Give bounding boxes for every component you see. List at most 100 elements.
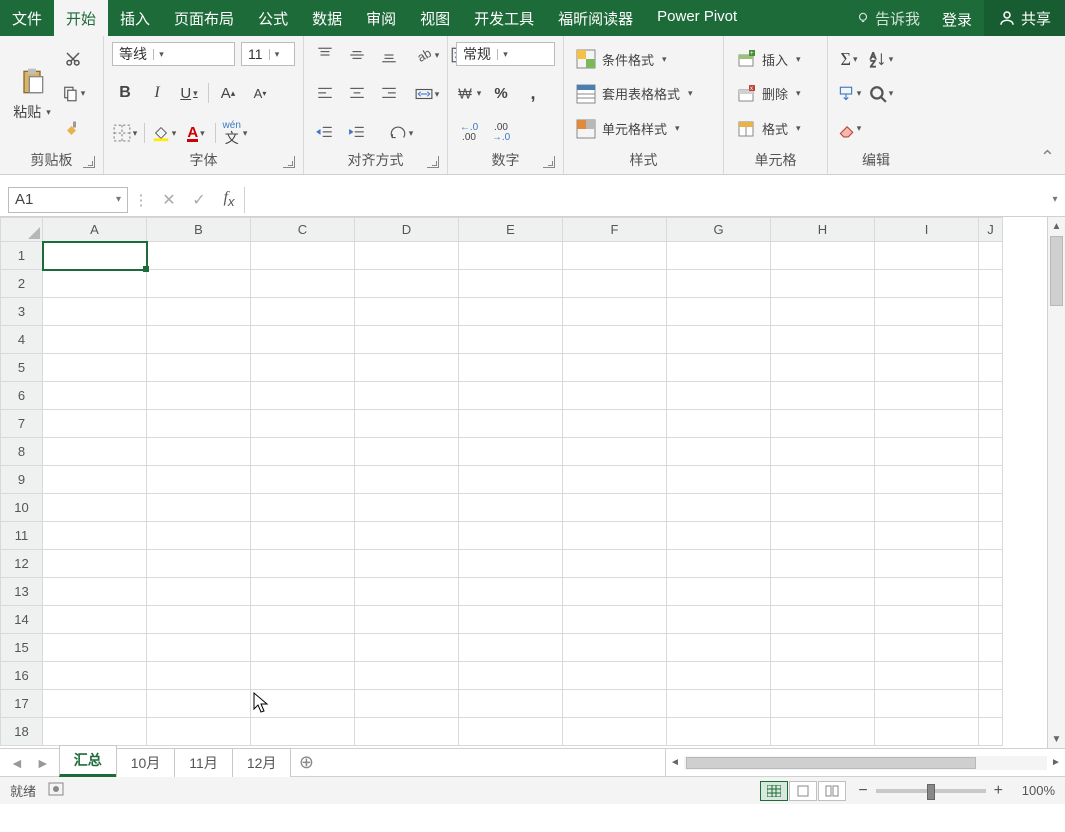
enter-formula-button[interactable]: ✓	[184, 190, 214, 210]
insert-function-button[interactable]: fx	[214, 189, 244, 209]
row-header[interactable]: 13	[1, 578, 43, 606]
cell[interactable]	[459, 662, 563, 690]
column-header[interactable]: G	[667, 218, 771, 242]
zoom-slider[interactable]	[876, 789, 986, 793]
cell[interactable]	[771, 634, 875, 662]
align-bottom-button[interactable]	[376, 42, 402, 68]
row-header[interactable]: 9	[1, 466, 43, 494]
cell[interactable]	[43, 578, 147, 606]
cell[interactable]	[875, 242, 979, 270]
cell[interactable]	[771, 298, 875, 326]
increase-font-button[interactable]: A▴	[215, 80, 241, 106]
cell[interactable]	[875, 634, 979, 662]
cell[interactable]	[771, 494, 875, 522]
font-size-select[interactable]: 11▾	[241, 42, 295, 66]
increase-decimal-button[interactable]: ←.0.00	[456, 120, 482, 146]
cell[interactable]	[563, 354, 667, 382]
cell[interactable]	[667, 634, 771, 662]
cell[interactable]	[875, 690, 979, 718]
bold-button[interactable]: B	[112, 80, 138, 106]
font-color-button[interactable]: A▾	[183, 120, 209, 146]
number-dialog-launcher[interactable]	[543, 156, 555, 168]
cell[interactable]	[147, 410, 251, 438]
cell[interactable]	[251, 718, 355, 746]
cell[interactable]	[43, 718, 147, 746]
cell[interactable]	[251, 410, 355, 438]
cell[interactable]	[43, 270, 147, 298]
cell[interactable]	[459, 438, 563, 466]
row-header[interactable]: 10	[1, 494, 43, 522]
zoom-in-button[interactable]: +	[994, 782, 1003, 800]
cell[interactable]	[147, 494, 251, 522]
row-header[interactable]: 17	[1, 690, 43, 718]
format-as-table-button[interactable]: 套用表格格式▾	[572, 80, 715, 108]
cell[interactable]	[43, 690, 147, 718]
cell[interactable]	[43, 410, 147, 438]
cell[interactable]	[355, 522, 459, 550]
cell[interactable]	[355, 270, 459, 298]
cell[interactable]	[771, 382, 875, 410]
decrease-decimal-button[interactable]: .00→.0	[488, 120, 514, 146]
cell[interactable]	[875, 382, 979, 410]
cell[interactable]	[563, 326, 667, 354]
underline-button[interactable]: U▾	[176, 80, 202, 106]
cell[interactable]	[251, 578, 355, 606]
cell[interactable]	[147, 354, 251, 382]
cell[interactable]	[355, 662, 459, 690]
cell[interactable]	[979, 718, 1003, 746]
cell[interactable]	[147, 438, 251, 466]
cell[interactable]	[667, 438, 771, 466]
cell[interactable]	[355, 242, 459, 270]
cell[interactable]	[667, 326, 771, 354]
cell[interactable]	[147, 270, 251, 298]
insert-cells-button[interactable]: +插入▾	[732, 45, 819, 73]
cell[interactable]	[875, 410, 979, 438]
cell[interactable]	[979, 438, 1003, 466]
cell[interactable]	[459, 718, 563, 746]
cell[interactable]	[147, 298, 251, 326]
phonetic-guide-button[interactable]: wén文▾	[222, 120, 248, 146]
cell[interactable]	[875, 522, 979, 550]
cell[interactable]	[459, 270, 563, 298]
cell[interactable]	[667, 242, 771, 270]
row-header[interactable]: 11	[1, 522, 43, 550]
italic-button[interactable]: I	[144, 80, 170, 106]
orientation-button[interactable]: ab▾	[414, 42, 440, 68]
cell[interactable]	[563, 242, 667, 270]
cell[interactable]	[667, 270, 771, 298]
cell[interactable]	[979, 326, 1003, 354]
column-header[interactable]: B	[147, 218, 251, 242]
column-header[interactable]: I	[875, 218, 979, 242]
cell[interactable]	[563, 438, 667, 466]
find-select-button[interactable]: ▾	[868, 81, 894, 107]
clear-button[interactable]: ▾	[836, 116, 862, 142]
select-all-corner[interactable]	[1, 218, 43, 242]
cell[interactable]	[355, 718, 459, 746]
cell[interactable]	[667, 718, 771, 746]
scroll-up-button[interactable]: ▲	[1048, 217, 1065, 235]
vertical-scrollbar[interactable]: ▲ ▼	[1047, 217, 1065, 748]
percent-button[interactable]: %	[488, 80, 514, 106]
cell[interactable]	[355, 494, 459, 522]
cell[interactable]	[147, 606, 251, 634]
tab-review[interactable]: 审阅	[354, 0, 408, 36]
cell[interactable]	[251, 522, 355, 550]
cell[interactable]	[355, 690, 459, 718]
cell[interactable]	[979, 466, 1003, 494]
cell[interactable]	[459, 578, 563, 606]
cell[interactable]	[355, 466, 459, 494]
cut-button[interactable]	[60, 46, 86, 72]
cell[interactable]	[459, 410, 563, 438]
cell[interactable]	[563, 690, 667, 718]
cell[interactable]	[43, 298, 147, 326]
fill-color-button[interactable]: ▾	[151, 120, 177, 146]
cell[interactable]	[459, 242, 563, 270]
scroll-down-button[interactable]: ▼	[1048, 730, 1065, 748]
cell[interactable]	[979, 522, 1003, 550]
cell[interactable]	[355, 578, 459, 606]
accounting-format-button[interactable]: ₩▾	[456, 80, 482, 106]
cell[interactable]	[355, 438, 459, 466]
cell[interactable]	[875, 578, 979, 606]
font-dialog-launcher[interactable]	[283, 156, 295, 168]
row-header[interactable]: 5	[1, 354, 43, 382]
